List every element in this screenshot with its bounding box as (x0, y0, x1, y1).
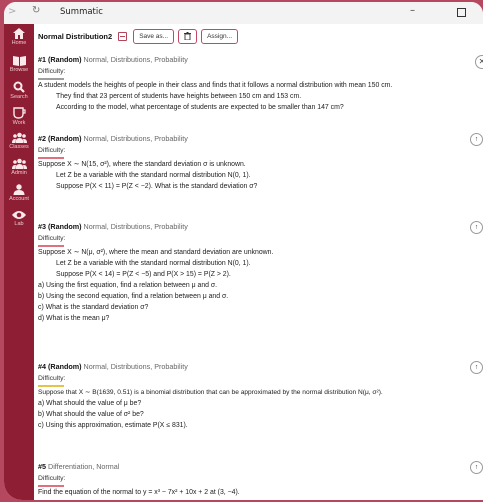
question-3: #3 (Random) Normal, Distributions, Proba… (38, 221, 483, 324)
book-icon (12, 56, 26, 66)
sidebar-label-home: Home (11, 40, 27, 46)
sidebar-label-classes: Classes (9, 144, 29, 150)
sidebar-label-browse: Browse (9, 67, 29, 73)
question-1-line: They find that 23 percent of students ha… (56, 93, 302, 100)
question-4-line: Suppose that X ∼ B(1639, 0.51) is a bino… (38, 389, 383, 396)
question-2-header: #2 (Random) Normal, Distributions, Proba… (38, 133, 483, 146)
question-3-line: Suppose X ∼ N(μ, σ²), where the mean and… (38, 249, 274, 256)
question-1-number: #1 (Random) (38, 55, 82, 64)
question-4-number: #4 (Random) (38, 362, 82, 371)
question-4-line: a) What should the value of μ be? (38, 400, 142, 407)
sidebar-label-lab: Lab (14, 221, 24, 227)
sidebar-label-work: Work (12, 120, 26, 126)
question-5-tags: Differentiation, Normal (48, 462, 120, 471)
question-4-line: b) What should the value of σ² be? (38, 411, 144, 418)
question-3-tags: Normal, Distributions, Probability (83, 222, 188, 231)
question-1-tags: Normal, Distributions, Probability (83, 55, 188, 64)
cup-icon (12, 107, 26, 119)
trash-icon (184, 32, 192, 40)
search-icon (13, 81, 25, 93)
question-3-line: Let Z be a variable with the standard no… (56, 260, 251, 267)
move-up-icon[interactable]: ↑ (470, 461, 483, 474)
question-1: #1 (Random) Normal, Distributions, Proba… (38, 55, 483, 113)
question-5-header: #5 Differentiation, Normal ↑ ✕ (38, 461, 483, 474)
question-1-line: According to the model, what percentage … (56, 104, 344, 111)
delete-button[interactable] (178, 28, 198, 44)
minimize-icon[interactable]: – (410, 5, 415, 16)
reload-icon[interactable]: ↻ (32, 5, 40, 16)
question-3-difficulty: Difficulty: (38, 235, 66, 242)
question-4-line: c) Using this approximation, estimate P(… (38, 422, 188, 429)
eye-icon (12, 211, 26, 219)
sidebar-item-account[interactable]: Account (4, 184, 34, 202)
title-bar: > ↻ Summatic – (4, 2, 483, 24)
sidebar-item-browse[interactable]: Browse (4, 55, 34, 73)
sidebar-label-account: Account (9, 196, 29, 202)
question-5-difficulty: Difficulty: (38, 475, 66, 482)
question-5-number: #5 (38, 462, 46, 471)
question-1-line: A student models the heights of people i… (38, 82, 393, 89)
move-up-icon[interactable]: ↑ (470, 133, 483, 146)
question-4-tags: Normal, Distributions, Probability (83, 362, 188, 371)
move-up-icon[interactable]: ↑ (470, 361, 483, 374)
home-icon (13, 28, 25, 39)
question-3-line: d) What is the mean μ? (38, 315, 110, 322)
sidebar: Home Browse Search Work Classes Admin Ac… (4, 24, 34, 500)
question-5-line: Find the equation of the normal to y = x… (38, 489, 240, 496)
question-2-line: Suppose P(X < 11) = P(Z < −2). What is t… (56, 183, 258, 190)
sidebar-item-classes[interactable]: Classes (4, 132, 34, 150)
question-2-line: Let Z be a variable with the standard no… (56, 172, 251, 179)
sidebar-item-lab[interactable]: Lab (4, 210, 34, 227)
page-title: Normal Distribution2 (38, 31, 113, 41)
question-2-difficulty: Difficulty: (38, 147, 66, 154)
question-5: #5 Differentiation, Normal ↑ ✕ Difficult… (38, 461, 483, 498)
question-4-header: #4 (Random) Normal, Distributions, Proba… (38, 361, 483, 374)
question-2-line: Suppose X ∼ N(15, σ²), where the standar… (38, 161, 246, 168)
question-2-number: #2 (Random) (38, 134, 82, 143)
toolbar: Normal Distribution2 Save as... Assign..… (38, 26, 483, 46)
save-icon[interactable] (118, 31, 128, 41)
forward-arrow-icon[interactable]: > (8, 6, 16, 17)
question-4-difficulty: Difficulty: (38, 375, 66, 382)
app-window: > ↻ Summatic – Home Browse Search Work C… (4, 2, 483, 500)
save-as-button[interactable]: Save as... (133, 28, 175, 44)
question-1-difficulty: Difficulty: (38, 68, 66, 75)
question-3-line: a) Using the first equation, find a rela… (38, 282, 218, 289)
maximize-icon[interactable] (457, 8, 466, 17)
main-content: Normal Distribution2 Save as... Assign..… (38, 24, 483, 500)
sidebar-item-work[interactable]: Work (4, 107, 34, 126)
assign-button[interactable]: Assign... (201, 28, 239, 44)
sidebar-label-search: Search (10, 94, 28, 100)
sidebar-label-admin: Admin (11, 170, 27, 176)
question-3-line: c) What is the standard deviation σ? (38, 304, 149, 311)
question-2-tags: Normal, Distributions, Probability (83, 134, 188, 143)
sidebar-item-home[interactable]: Home (4, 28, 34, 46)
move-up-icon[interactable]: ↑ (470, 221, 483, 234)
admin-users-icon (11, 158, 27, 169)
question-4: #4 (Random) Normal, Distributions, Proba… (38, 361, 483, 431)
question-2: #2 (Random) Normal, Distributions, Proba… (38, 133, 483, 192)
window-title: Summatic (60, 7, 103, 17)
sidebar-item-admin[interactable]: Admin (4, 158, 34, 176)
person-icon (13, 184, 25, 195)
question-3-header: #3 (Random) Normal, Distributions, Proba… (38, 221, 483, 234)
question-3-number: #3 (Random) (38, 222, 82, 231)
question-1-header: #1 (Random) Normal, Distributions, Proba… (38, 55, 483, 66)
sidebar-item-search[interactable]: Search (4, 81, 34, 100)
users-icon (11, 132, 27, 143)
question-3-line: Suppose P(X < 14) = P(Z < −5) and P(X > … (56, 271, 231, 278)
question-3-line: b) Using the second equation, find a rel… (38, 293, 229, 300)
